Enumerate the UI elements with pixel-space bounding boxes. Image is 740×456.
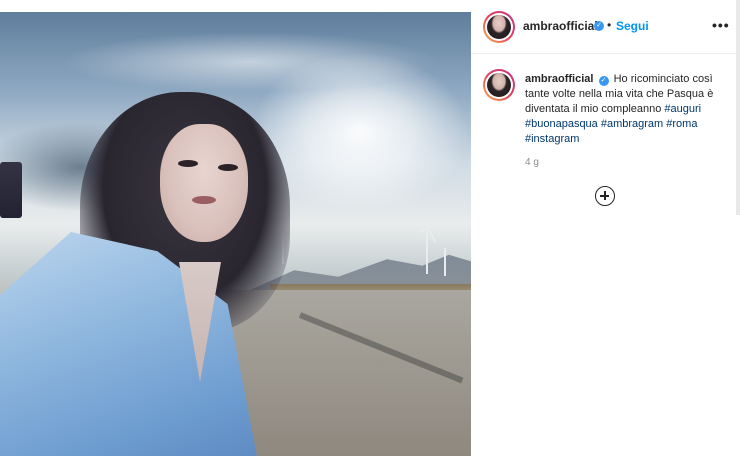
post-age[interactable]: 4 g bbox=[525, 157, 539, 168]
follow-button[interactable]: Segui bbox=[616, 19, 649, 33]
header-username[interactable]: ambraofficial bbox=[523, 19, 598, 33]
hashtag-link[interactable]: #roma bbox=[666, 118, 697, 130]
wind-turbine bbox=[426, 228, 428, 274]
hashtag-link[interactable]: #ambragram bbox=[601, 118, 663, 130]
road-sign bbox=[0, 162, 22, 218]
more-options-button[interactable]: ••• bbox=[712, 17, 730, 33]
caption-avatar[interactable] bbox=[483, 69, 515, 101]
comments-empty-area bbox=[471, 215, 740, 456]
instagram-post: ambraofficial ✓ • Segui ••• ambraofficia… bbox=[0, 0, 740, 456]
turbine-blade bbox=[427, 227, 437, 243]
plus-circle-icon[interactable] bbox=[595, 186, 615, 206]
person-face bbox=[160, 124, 248, 242]
hashtag-link[interactable]: #auguri bbox=[664, 103, 701, 115]
wind-turbine bbox=[444, 248, 446, 276]
post-header: ambraofficial ✓ • Segui ••• bbox=[471, 0, 740, 54]
cloud bbox=[60, 32, 440, 92]
person-eye bbox=[178, 160, 198, 167]
verified-badge-icon: ✓ bbox=[598, 76, 609, 86]
post-caption: ambraofficial ✓ Ho ricominciato così tan… bbox=[525, 72, 730, 147]
person-eye bbox=[218, 164, 238, 171]
caption-username[interactable]: ambraofficial bbox=[525, 73, 593, 85]
person-lips bbox=[192, 196, 216, 204]
scrollbar[interactable] bbox=[736, 0, 740, 215]
post-photo[interactable] bbox=[0, 12, 471, 456]
verified-badge-icon: ✓ bbox=[594, 21, 604, 31]
hashtag-link[interactable]: #buonapasqua bbox=[525, 118, 598, 130]
hashtag-link[interactable]: #instagram bbox=[525, 133, 579, 145]
header-separator: • bbox=[607, 18, 612, 32]
avatar[interactable] bbox=[483, 11, 515, 43]
